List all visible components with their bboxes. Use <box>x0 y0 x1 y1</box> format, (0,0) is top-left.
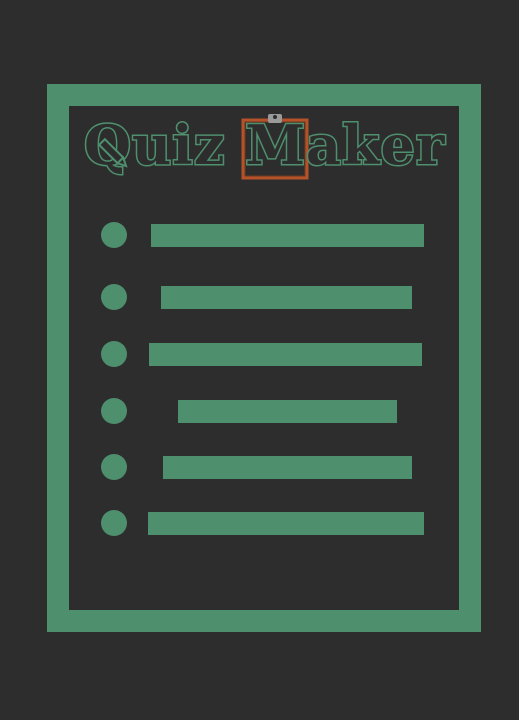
list-bullet-4 <box>101 398 127 424</box>
logo-title-fill: Quiz Maker <box>84 113 445 177</box>
list-line-1 <box>151 224 424 247</box>
quiz-maker-logo: Quiz Maker Quiz Maker <box>82 112 452 182</box>
list-line-4 <box>178 400 397 423</box>
list-bullet-2 <box>101 284 127 310</box>
list-bullet-5 <box>101 454 127 480</box>
list-bullet-3 <box>101 341 127 367</box>
list-line-5 <box>163 456 412 479</box>
list-line-3 <box>149 343 422 366</box>
list-bullet-6 <box>101 510 127 536</box>
list-line-2 <box>161 286 412 309</box>
quiz-maker-screen: { "logo": { "text": "Quiz Maker", "text_… <box>0 0 519 720</box>
list-bullet-1 <box>101 222 127 248</box>
quiz-maker-logo-graphic: Quiz Maker Quiz Maker <box>83 112 446 180</box>
list-line-6 <box>148 512 424 535</box>
